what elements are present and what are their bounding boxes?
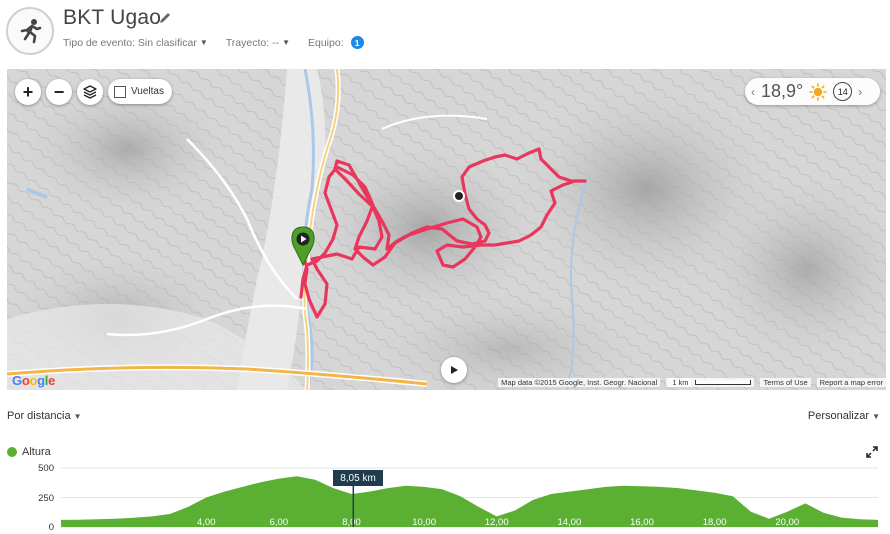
customize-label: Personalizar — [807, 410, 870, 422]
elevation-area — [61, 476, 878, 527]
by-distance-label: Por distancia — [7, 410, 71, 422]
weather-widget[interactable]: ‹ 18,9° 14 › — [745, 78, 880, 105]
laps-toggle[interactable]: Vueltas — [108, 79, 172, 104]
elevation-plot: 4,00 6,00 8,00 10,00 12,00 14,00 16,00 18,00 20,… — [61, 467, 878, 528]
terms-link[interactable]: Terms of Use — [760, 377, 811, 387]
route-dropdown[interactable]: Trayecto: -- ▼ — [226, 37, 290, 49]
scale-bar — [695, 380, 752, 386]
x-tick-label: 12,00 — [485, 517, 509, 528]
map-layers-button[interactable] — [77, 79, 103, 105]
temperature-value: 18,9° — [761, 81, 804, 101]
chart-legend[interactable]: Altura — [7, 446, 51, 458]
legend-label: Altura — [22, 446, 51, 458]
x-tick-label: 4,00 — [197, 517, 216, 528]
distance-cursor-label: 8,05 km — [333, 470, 383, 486]
wind-speed-icon: 14 — [833, 82, 853, 101]
zoom-in-button[interactable]: + — [15, 79, 41, 105]
chevron-down-icon: ▼ — [872, 412, 880, 421]
team-label: Equipo: — [308, 36, 344, 49]
legend-swatch — [7, 447, 17, 457]
x-tick-label: 16,00 — [630, 517, 654, 528]
report-error-link[interactable]: Report a map error — [816, 377, 886, 387]
event-type-label: Tipo de evento: Sin clasificar — [63, 36, 197, 49]
team-selector[interactable]: Equipo: 1 — [308, 36, 364, 49]
map-scale: 1 km — [666, 377, 755, 387]
running-icon — [6, 7, 54, 55]
replay-button[interactable] — [441, 357, 467, 383]
x-tick-label: 8,00 — [342, 517, 361, 528]
activity-title: BKT Ugao — [63, 6, 162, 29]
customize-dropdown[interactable]: Personalizar ▼ — [808, 410, 880, 422]
chart-controls: Por distancia ▼ Personalizar ▼ — [0, 408, 890, 426]
x-tick-label: 14,00 — [557, 517, 581, 528]
layers-icon — [83, 85, 97, 99]
play-icon — [451, 366, 458, 374]
terrain-map — [7, 69, 886, 390]
x-tick-label: 6,00 — [270, 517, 289, 528]
zoom-out-button[interactable]: − — [46, 79, 72, 105]
elevation-chart[interactable]: 500 250 0 4,00 6,00 8,00 10,00 12,00 14,00 16,… — [0, 460, 890, 534]
map-attribution: Map data ©2015 Google, Inst. Geogr. Naci… — [498, 377, 661, 387]
x-tick-label: 18,00 — [703, 517, 727, 528]
by-distance-dropdown[interactable]: Por distancia ▼ — [7, 410, 82, 422]
route-label: Trayecto: -- — [225, 36, 280, 49]
pencil-icon[interactable] — [158, 11, 172, 25]
chevron-right-icon[interactable]: › — [858, 85, 862, 99]
chevron-left-icon[interactable]: ‹ — [751, 85, 755, 99]
chevron-down-icon: ▼ — [73, 412, 82, 421]
map-scale-label: 1 km — [669, 377, 692, 387]
google-logo: Google — [12, 373, 56, 388]
x-tick-label: 10,00 — [412, 517, 436, 528]
route-map[interactable]: + − Vueltas ‹ 18,9° 14 › Google Map data — [7, 69, 886, 390]
x-tick-label: 20,00 — [775, 517, 799, 528]
map-attribution-bar: Map data ©2015 Google, Inst. Geogr. Naci… — [498, 376, 886, 388]
expand-icon[interactable] — [866, 446, 878, 458]
end-marker[interactable] — [453, 190, 465, 202]
chevron-down-icon: ▼ — [282, 38, 290, 47]
team-count-badge: 1 — [350, 36, 364, 49]
laps-checkbox[interactable] — [114, 85, 126, 98]
activity-meta: Tipo de evento: Sin clasificar ▼ Trayect… — [63, 36, 364, 49]
activity-header: BKT Ugao Tipo de evento: Sin clasificar … — [0, 0, 890, 68]
laps-label: Vueltas — [131, 86, 164, 97]
chevron-down-icon: ▼ — [199, 38, 208, 47]
sun-icon — [809, 82, 828, 101]
event-type-dropdown[interactable]: Tipo de evento: Sin clasificar ▼ — [63, 37, 208, 49]
